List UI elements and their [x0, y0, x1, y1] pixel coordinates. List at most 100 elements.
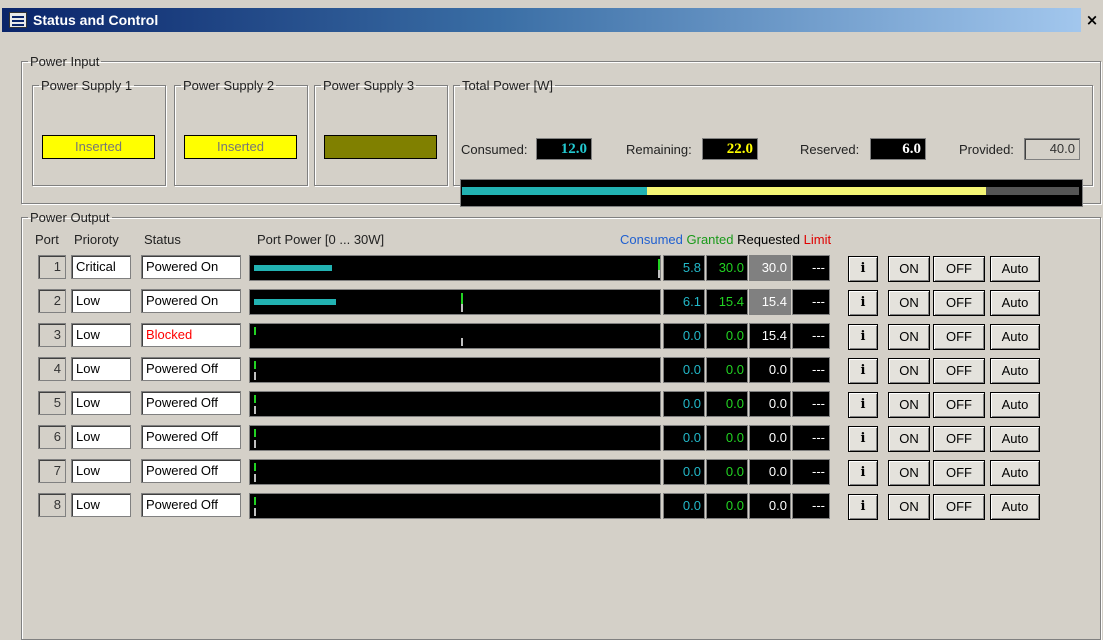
- port-row: 4 Low Powered Off 0.0 0.0 0.0 --- i ON OFF Auto: [8, 355, 1100, 384]
- close-button[interactable]: ×: [1081, 8, 1103, 32]
- consumed-fill: [254, 299, 336, 305]
- port-row: 6 Low Powered Off 0.0 0.0 0.0 --- i ON OFF Auto: [8, 423, 1100, 452]
- window-title: Status and Control: [33, 12, 159, 28]
- off-button[interactable]: OFF: [933, 256, 985, 282]
- requested-value: 15.4: [749, 323, 791, 349]
- port-number: 3: [38, 323, 66, 347]
- off-button[interactable]: OFF: [933, 358, 985, 384]
- priority-field[interactable]: Low: [71, 459, 131, 483]
- header-port-power: Port Power [0 ... 30W]: [257, 232, 385, 247]
- granted-marker: [254, 361, 256, 369]
- power-supply-3-group: Power Supply 3: [314, 78, 448, 186]
- priority-field[interactable]: Low: [71, 493, 131, 517]
- info-button[interactable]: i: [848, 290, 878, 316]
- port-power-bar: [249, 323, 661, 349]
- window-content: Power Input Power Supply 1 Inserted Powe…: [8, 32, 1101, 640]
- info-button[interactable]: i: [848, 256, 878, 282]
- off-button[interactable]: OFF: [933, 392, 985, 418]
- off-button[interactable]: OFF: [933, 324, 985, 350]
- info-button[interactable]: i: [848, 392, 878, 418]
- on-button[interactable]: ON: [888, 256, 930, 282]
- info-button[interactable]: i: [848, 324, 878, 350]
- auto-button[interactable]: Auto: [990, 324, 1040, 350]
- on-button[interactable]: ON: [888, 494, 930, 520]
- requested-marker: [254, 474, 256, 482]
- port-row: 5 Low Powered Off 0.0 0.0 0.0 --- i ON OFF Auto: [8, 389, 1100, 418]
- auto-button[interactable]: Auto: [990, 460, 1040, 486]
- auto-button[interactable]: Auto: [990, 358, 1040, 384]
- requested-marker: [461, 304, 463, 312]
- title-bar: Status and Control ×: [2, 8, 1103, 32]
- priority-field[interactable]: Low: [71, 391, 131, 415]
- consumed-segment: [462, 187, 647, 195]
- port-power-bar: [249, 289, 661, 315]
- auto-button[interactable]: Auto: [990, 426, 1040, 452]
- port-power-bar: [249, 459, 661, 485]
- status-field: Powered On: [141, 255, 241, 279]
- info-button[interactable]: i: [848, 460, 878, 486]
- granted-value: 0.0: [706, 459, 748, 485]
- requested-value: 15.4: [749, 289, 791, 315]
- app-window-icon: [9, 12, 27, 28]
- on-button[interactable]: ON: [888, 392, 930, 418]
- consumed-value: 0.0: [663, 425, 705, 451]
- consumed-value: 0.0: [663, 357, 705, 383]
- granted-marker: [254, 429, 256, 437]
- info-button[interactable]: i: [848, 358, 878, 384]
- limit-value: ---: [792, 493, 830, 519]
- granted-value: 0.0: [706, 323, 748, 349]
- power-supply-1-group: Power Supply 1 Inserted: [32, 78, 166, 186]
- requested-marker: [254, 406, 256, 414]
- auto-button[interactable]: Auto: [990, 392, 1040, 418]
- on-button[interactable]: ON: [888, 426, 930, 452]
- requested-marker: [254, 508, 256, 516]
- status-field: Powered Off: [141, 459, 241, 483]
- port-number: 4: [38, 357, 66, 381]
- granted-value: 15.4: [706, 289, 748, 315]
- off-button[interactable]: OFF: [933, 494, 985, 520]
- granted-marker: [254, 327, 256, 335]
- off-button[interactable]: OFF: [933, 460, 985, 486]
- total-power-legend: Total Power [W]: [462, 78, 554, 93]
- priority-field[interactable]: Low: [71, 425, 131, 449]
- port-power-bar: [249, 493, 661, 519]
- auto-button[interactable]: Auto: [990, 494, 1040, 520]
- granted-value: 0.0: [706, 391, 748, 417]
- consumed-value: 0.0: [663, 391, 705, 417]
- provided-total-display: 40.0: [1024, 138, 1080, 160]
- priority-field[interactable]: Low: [71, 323, 131, 347]
- power-supply-2-group: Power Supply 2 Inserted: [174, 78, 308, 186]
- auto-button[interactable]: Auto: [990, 290, 1040, 316]
- on-button[interactable]: ON: [888, 460, 930, 486]
- on-button[interactable]: ON: [888, 358, 930, 384]
- limit-value: ---: [792, 357, 830, 383]
- off-button[interactable]: OFF: [933, 290, 985, 316]
- port-row: 3 Low Blocked 0.0 0.0 15.4 --- i ON OFF Auto: [8, 321, 1100, 350]
- header-port: Port: [35, 232, 59, 247]
- off-button[interactable]: OFF: [933, 426, 985, 452]
- header-priority: Prioroty: [74, 232, 119, 247]
- limit-value: ---: [792, 425, 830, 451]
- priority-field[interactable]: Critical: [71, 255, 131, 279]
- priority-field[interactable]: Low: [71, 289, 131, 313]
- header-requested: Requested: [737, 232, 800, 247]
- reserved-total-display: 6.0: [870, 138, 926, 160]
- auto-button[interactable]: Auto: [990, 256, 1040, 282]
- reserved-label: Reserved:: [800, 142, 860, 157]
- remaining-label: Remaining:: [626, 142, 692, 157]
- port-number: 5: [38, 391, 66, 415]
- info-button[interactable]: i: [848, 426, 878, 452]
- on-button[interactable]: ON: [888, 290, 930, 316]
- on-button[interactable]: ON: [888, 324, 930, 350]
- priority-field[interactable]: Low: [71, 357, 131, 381]
- consumed-value: 6.1: [663, 289, 705, 315]
- granted-value: 0.0: [706, 425, 748, 451]
- port-power-bar: [249, 425, 661, 451]
- limit-value: ---: [792, 289, 830, 315]
- info-button[interactable]: i: [848, 494, 878, 520]
- requested-value: 0.0: [749, 391, 791, 417]
- requested-value: 30.0: [749, 255, 791, 281]
- consumed-value: 0.0: [663, 323, 705, 349]
- header-status: Status: [144, 232, 181, 247]
- port-row: 2 Low Powered On 6.1 15.4 15.4 --- i ON OFF Auto: [8, 287, 1100, 316]
